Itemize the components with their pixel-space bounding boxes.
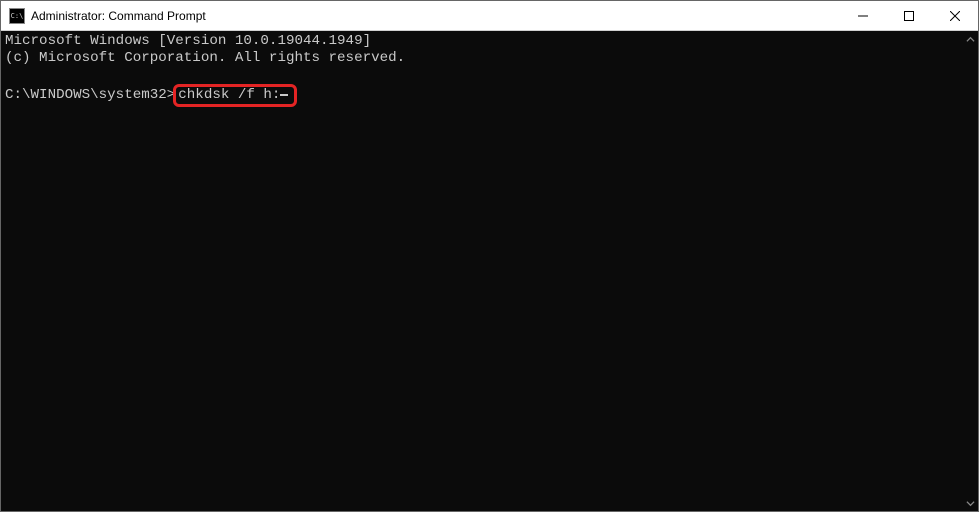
cmd-window: C:\ Administrator: Command Prompt Micros… bbox=[0, 0, 979, 512]
titlebar[interactable]: C:\ Administrator: Command Prompt bbox=[1, 1, 978, 31]
maximize-button[interactable] bbox=[886, 1, 932, 30]
cmd-icon: C:\ bbox=[9, 8, 25, 24]
console-line: (c) Microsoft Corporation. All rights re… bbox=[5, 50, 405, 66]
console-line: Microsoft Windows [Version 10.0.19044.19… bbox=[5, 33, 371, 49]
command-highlight: chkdsk /f h: bbox=[173, 84, 297, 107]
vertical-scrollbar[interactable] bbox=[962, 31, 978, 511]
window-controls bbox=[840, 1, 978, 30]
prompt: C:\WINDOWS\system32> bbox=[5, 87, 175, 103]
console-area: Microsoft Windows [Version 10.0.19044.19… bbox=[1, 31, 978, 511]
window-title: Administrator: Command Prompt bbox=[31, 9, 840, 23]
cmd-icon-text: C:\ bbox=[11, 12, 24, 20]
close-button[interactable] bbox=[932, 1, 978, 30]
text-cursor bbox=[280, 94, 288, 96]
minimize-button[interactable] bbox=[840, 1, 886, 30]
scroll-up-arrow[interactable] bbox=[962, 31, 978, 47]
scroll-down-arrow[interactable] bbox=[962, 495, 978, 511]
console-output[interactable]: Microsoft Windows [Version 10.0.19044.19… bbox=[1, 31, 962, 511]
typed-command: chkdsk /f h: bbox=[178, 87, 280, 103]
